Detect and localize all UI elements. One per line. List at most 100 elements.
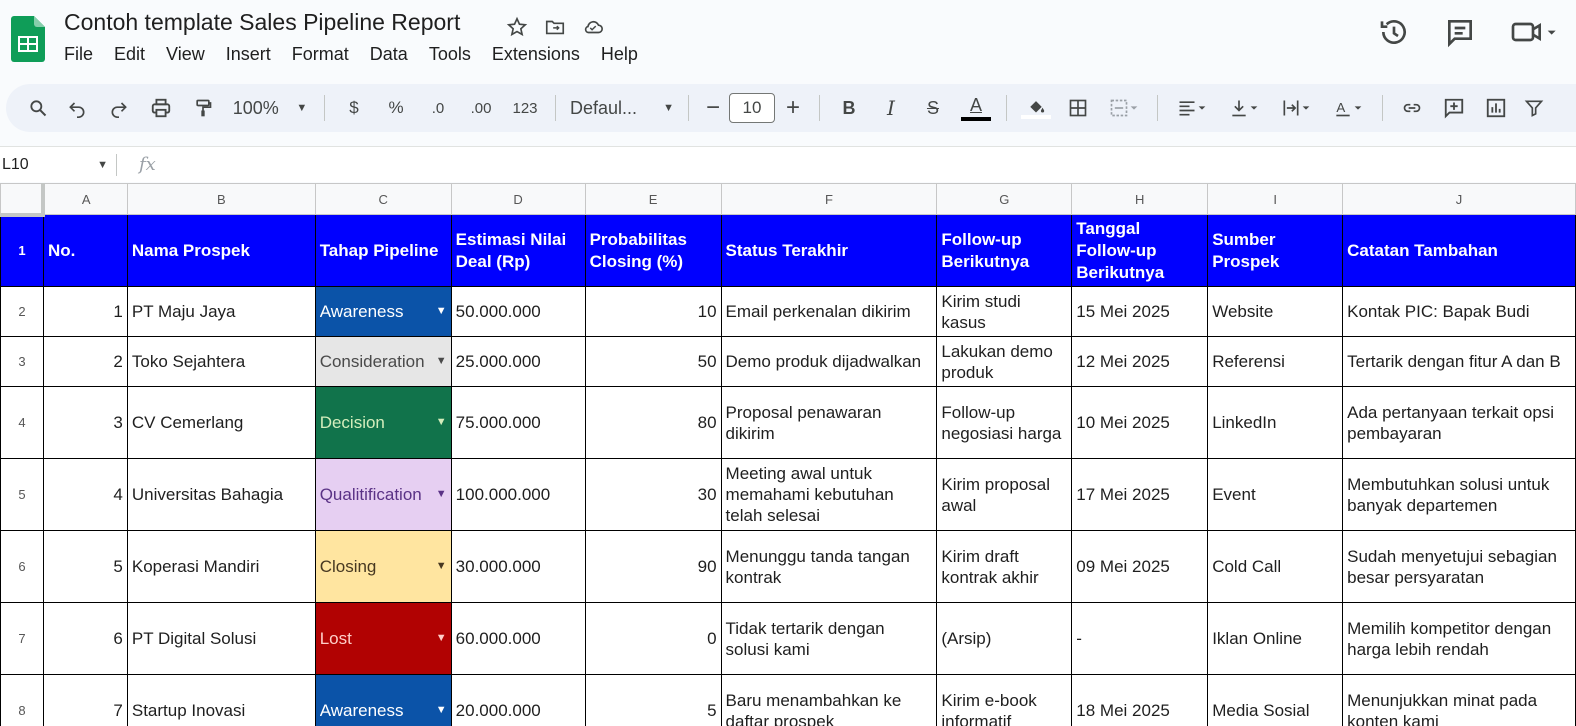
menu-tools[interactable]: Tools xyxy=(429,44,481,65)
cell-catatan[interactable]: Memilih kompetitor dengan harga lebih re… xyxy=(1342,602,1576,675)
row-number[interactable]: 8 xyxy=(0,674,44,726)
name-box[interactable]: L10 ▼ xyxy=(0,156,116,174)
menu-view[interactable]: View xyxy=(166,44,215,65)
cell-sumber[interactable]: Media Sosial xyxy=(1207,674,1344,726)
row-number[interactable]: 7 xyxy=(0,602,44,675)
text-color-button[interactable]: A xyxy=(954,92,998,124)
font-family-select[interactable]: Defaul... ▼ xyxy=(564,92,680,124)
cell-prob[interactable]: 0 xyxy=(584,602,722,675)
row-number[interactable]: 6 xyxy=(0,530,44,603)
row-number[interactable]: 2 xyxy=(0,286,44,337)
cell-no[interactable]: 6 xyxy=(42,602,128,675)
header-cell[interactable]: Status Terakhir xyxy=(720,214,938,287)
header-cell[interactable]: Sumber Prospek xyxy=(1207,214,1344,287)
header-cell[interactable]: Follow-up Berikutnya xyxy=(936,214,1073,287)
version-history-icon[interactable] xyxy=(1378,16,1410,48)
row-number[interactable]: 5 xyxy=(0,458,44,531)
menu-insert[interactable]: Insert xyxy=(226,44,281,65)
cell-tanggal[interactable]: - xyxy=(1071,602,1209,675)
meet-video-icon[interactable] xyxy=(1510,16,1556,48)
menu-edit[interactable]: Edit xyxy=(114,44,155,65)
pipeline-stage-dropdown[interactable]: Closing ▼ xyxy=(314,530,452,603)
cell-sumber[interactable]: LinkedIn xyxy=(1207,386,1344,459)
cell-estimasi[interactable]: 100.000.000 xyxy=(450,458,586,531)
cell-follow[interactable]: Kirim draft kontrak akhir xyxy=(936,530,1073,603)
cell-sumber[interactable]: Cold Call xyxy=(1207,530,1344,603)
cell-nama[interactable]: PT Digital Solusi xyxy=(126,602,316,675)
more-formats-button[interactable]: 123 xyxy=(503,92,547,124)
row-number[interactable]: 1 xyxy=(0,214,44,287)
cell-no[interactable]: 2 xyxy=(42,336,128,387)
cell-nama[interactable]: CV Cemerlang xyxy=(126,386,316,459)
search-menus-icon[interactable] xyxy=(20,92,56,124)
redo-icon[interactable] xyxy=(98,92,140,124)
fill-color-icon[interactable] xyxy=(1015,92,1057,124)
cell-follow[interactable]: Follow-up negosiasi harga xyxy=(936,386,1073,459)
sheet-grid[interactable]: A B C D E F G H I J 1 No. Nama Prospek T… xyxy=(0,183,1576,726)
currency-format-button[interactable]: $ xyxy=(333,92,375,124)
pipeline-stage-dropdown[interactable]: Lost ▼ xyxy=(314,602,452,675)
cell-tanggal[interactable]: 15 Mei 2025 xyxy=(1071,286,1209,337)
cell-nama[interactable]: Toko Sejahtera xyxy=(126,336,316,387)
column-header[interactable]: A xyxy=(42,183,128,215)
font-size-input[interactable]: 10 xyxy=(729,93,775,123)
text-rotation-icon[interactable]: A xyxy=(1322,92,1374,124)
percent-format-button[interactable]: % xyxy=(375,92,417,124)
cell-status[interactable]: Proposal penawaran dikirim xyxy=(720,386,938,459)
sheets-logo-icon[interactable] xyxy=(11,16,45,62)
cell-prob[interactable]: 30 xyxy=(584,458,722,531)
cell-estimasi[interactable]: 50.000.000 xyxy=(450,286,586,337)
cell-tanggal[interactable]: 12 Mei 2025 xyxy=(1071,336,1209,387)
cell-nama[interactable]: Startup Inovasi xyxy=(126,674,316,726)
decrease-font-size-button[interactable]: − xyxy=(697,92,729,124)
cell-follow[interactable]: (Arsip) xyxy=(936,602,1073,675)
column-header[interactable]: I xyxy=(1207,183,1344,215)
menu-help[interactable]: Help xyxy=(601,44,648,65)
strikethrough-button[interactable]: S xyxy=(912,92,954,124)
horizontal-align-icon[interactable] xyxy=(1166,92,1218,124)
cell-follow[interactable]: Lakukan demo produk xyxy=(936,336,1073,387)
paint-format-icon[interactable] xyxy=(182,92,224,124)
document-title[interactable]: Contoh template Sales Pipeline Report xyxy=(64,9,460,36)
cell-status[interactable]: Email perkenalan dikirim xyxy=(720,286,938,337)
cell-nama[interactable]: Universitas Bahagia xyxy=(126,458,316,531)
cell-status[interactable]: Baru menambahkan ke daftar prospek xyxy=(720,674,938,726)
pipeline-stage-dropdown[interactable]: Qualitification ▼ xyxy=(314,458,452,531)
pipeline-stage-dropdown[interactable]: Decision ▼ xyxy=(314,386,452,459)
insert-link-icon[interactable] xyxy=(1391,92,1433,124)
cell-sumber[interactable]: Iklan Online xyxy=(1207,602,1344,675)
cell-follow[interactable]: Kirim e-book informatif xyxy=(936,674,1073,726)
cell-estimasi[interactable]: 20.000.000 xyxy=(450,674,586,726)
cell-estimasi[interactable]: 25.000.000 xyxy=(450,336,586,387)
column-header[interactable]: H xyxy=(1071,183,1209,215)
cell-no[interactable]: 7 xyxy=(42,674,128,726)
italic-button[interactable]: I xyxy=(870,92,912,124)
cell-sumber[interactable]: Referensi xyxy=(1207,336,1344,387)
vertical-align-icon[interactable] xyxy=(1218,92,1270,124)
cell-nama[interactable]: Koperasi Mandiri xyxy=(126,530,316,603)
comments-icon[interactable] xyxy=(1444,16,1476,48)
menu-format[interactable]: Format xyxy=(292,44,359,65)
print-icon[interactable] xyxy=(140,92,182,124)
cell-catatan[interactable]: Ada pertanyaan terkait opsi pembayaran xyxy=(1342,386,1576,459)
cell-sumber[interactable]: Event xyxy=(1207,458,1344,531)
row-number[interactable]: 4 xyxy=(0,386,44,459)
cell-tanggal[interactable]: 18 Mei 2025 xyxy=(1071,674,1209,726)
increase-font-size-button[interactable]: + xyxy=(775,92,811,124)
cell-status[interactable]: Tidak tertarik dengan solusi kami xyxy=(720,602,938,675)
header-cell[interactable]: No. xyxy=(42,214,128,287)
cell-nama[interactable]: PT Maju Jaya xyxy=(126,286,316,337)
column-header[interactable]: C xyxy=(314,183,452,215)
cell-estimasi[interactable]: 30.000.000 xyxy=(450,530,586,603)
cell-prob[interactable]: 80 xyxy=(584,386,722,459)
star-icon[interactable] xyxy=(504,14,530,40)
filter-icon[interactable] xyxy=(1517,92,1551,124)
increase-decimal-button[interactable]: .00 xyxy=(459,92,503,124)
cell-tanggal[interactable]: 17 Mei 2025 xyxy=(1071,458,1209,531)
header-cell[interactable]: Probabilitas Closing (%) xyxy=(584,214,722,287)
header-cell[interactable]: Estimasi Nilai Deal (Rp) xyxy=(450,214,586,287)
column-header[interactable]: E xyxy=(584,183,722,215)
zoom-select[interactable]: 100% ▼ xyxy=(224,92,316,124)
cell-prob[interactable]: 90 xyxy=(584,530,722,603)
cell-sumber[interactable]: Website xyxy=(1207,286,1344,337)
